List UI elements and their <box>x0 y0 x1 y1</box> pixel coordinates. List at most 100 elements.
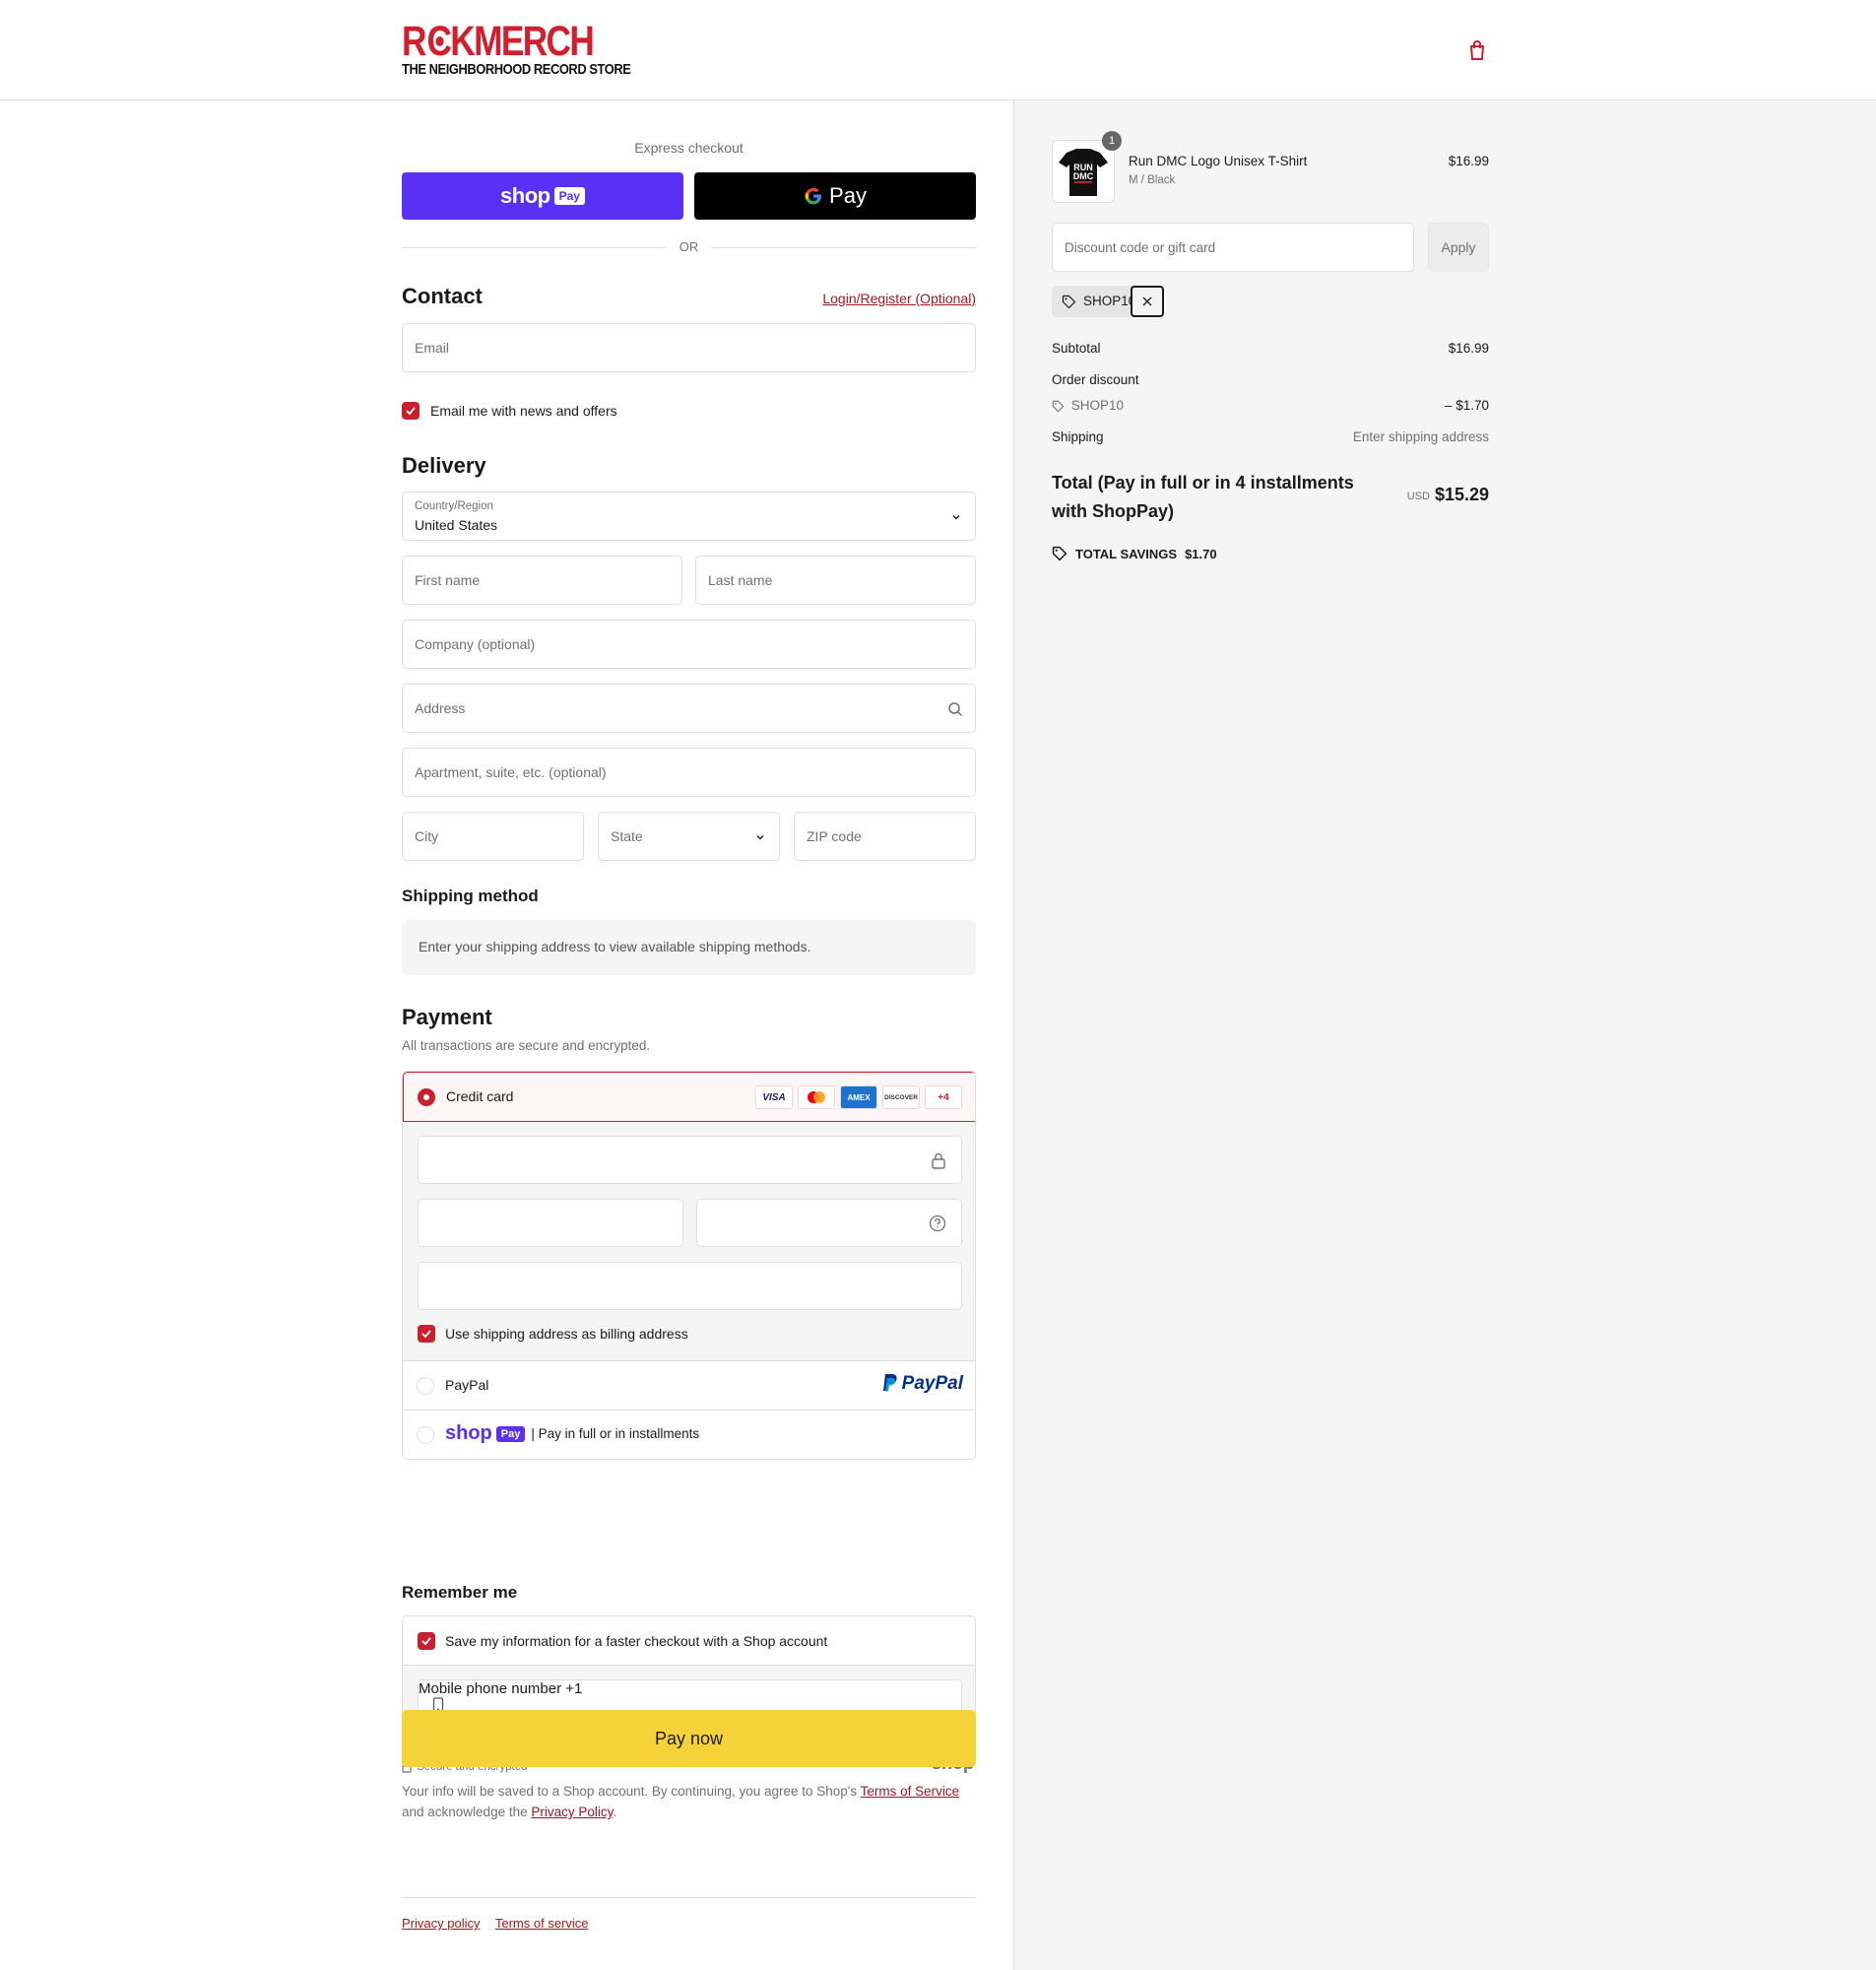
shop-pay-option-label: | Pay in full or in installments <box>531 1426 700 1441</box>
product-variant: M / Black <box>1129 174 1176 186</box>
total-value: $15.29 <box>1434 485 1489 504</box>
credit-card-label: Credit card <box>446 1088 514 1104</box>
credit-card-option[interactable]: Credit card VISA AMEX DISCOVER +4 <box>403 1072 975 1122</box>
subtotal-label: Subtotal <box>1052 341 1101 356</box>
mastercard-icon <box>798 1085 835 1109</box>
card-logos: VISA AMEX DISCOVER +4 <box>755 1085 962 1109</box>
lock-icon <box>932 1152 945 1169</box>
shopping-bag-icon[interactable] <box>1467 39 1487 61</box>
terms-of-service-link[interactable]: Terms of service <box>495 1916 589 1931</box>
help-circle-icon[interactable] <box>929 1215 946 1232</box>
chevron-down-icon <box>756 835 764 840</box>
state-placeholder: State <box>611 828 643 844</box>
total-label: Total (Pay in full or in 4 installments … <box>1052 473 1354 521</box>
discount-code-row: SHOP10 – $1.70 <box>1052 398 1489 413</box>
apartment-placeholder: Apartment, suite, etc. (optional) <box>415 764 607 780</box>
country-label: Country/Region <box>415 500 493 512</box>
tshirt-image: RUN DMC <box>1059 149 1108 196</box>
shipping-value: Enter shipping address <box>1352 429 1489 444</box>
country-value: United States <box>415 517 498 533</box>
payment-subtitle: All transactions are secure and encrypte… <box>402 1038 651 1053</box>
quantity-badge: 1 <box>1102 131 1122 151</box>
applied-code-label: SHOP10 <box>1083 294 1136 308</box>
state-select[interactable]: State <box>598 812 780 861</box>
company-placeholder: Company (optional) <box>415 636 536 652</box>
credit-card-form: Use shipping address as billing address <box>403 1122 975 1361</box>
shop-pay-radio[interactable] <box>417 1426 434 1444</box>
tag-icon <box>1052 400 1065 413</box>
zip-placeholder: ZIP code <box>807 828 862 844</box>
news-offers-checkbox[interactable] <box>402 402 420 420</box>
city-field[interactable]: City <box>402 812 584 861</box>
save-info-label: Save my information for a faster checkou… <box>445 1633 828 1649</box>
paypal-option[interactable]: PayPal PayPal <box>403 1361 975 1411</box>
tag-icon <box>1062 295 1076 309</box>
more-cards-badge: +4 <box>925 1085 962 1109</box>
close-icon <box>1142 296 1152 306</box>
mobile-phone-value: +1 <box>565 1680 583 1697</box>
chevron-down-icon <box>952 515 960 520</box>
pay-now-button[interactable]: Pay now <box>402 1710 976 1767</box>
shop-pay-word: shop <box>500 183 550 208</box>
apply-discount-button[interactable]: Apply <box>1428 223 1489 272</box>
shipping-label: Shipping <box>1052 429 1104 444</box>
discount-code-field[interactable]: Discount code or gift card <box>1052 223 1414 272</box>
subtotal-value: $16.99 <box>1448 341 1489 356</box>
delivery-heading: Delivery <box>402 453 486 478</box>
amex-icon: AMEX <box>840 1085 877 1109</box>
first-name-placeholder: First name <box>415 572 481 588</box>
remove-discount-button[interactable] <box>1131 286 1164 317</box>
paypal-logo: PayPal <box>880 1373 963 1395</box>
discount-value: – $1.70 <box>1444 398 1489 413</box>
save-info-checkbox[interactable] <box>418 1632 435 1650</box>
product-thumbnail: RUN DMC 1 <box>1052 131 1122 203</box>
shop-pay-option-logo: shop Pay | Pay in full or in installment… <box>445 1422 699 1445</box>
footer-divider <box>402 1897 976 1898</box>
google-pay-button[interactable]: Pay <box>694 172 976 220</box>
google-g-icon <box>804 186 823 206</box>
shop-pay-button[interactable]: shop Pay <box>402 172 683 220</box>
logo-wordmark: R CKMERCH <box>402 18 595 65</box>
payment-heading: Payment <box>402 1005 492 1029</box>
pay-now-label: Pay now <box>654 1728 724 1748</box>
fine-print-text-3: . <box>613 1805 617 1819</box>
shop-pay-option[interactable]: shop Pay | Pay in full or in installment… <box>403 1411 975 1459</box>
order-discount-label: Order discount <box>1052 372 1139 387</box>
save-info-row: Save my information for a faster checkou… <box>403 1616 975 1666</box>
shop-terms-link[interactable]: Terms of Service <box>861 1784 960 1799</box>
billing-same-checkbox[interactable] <box>418 1325 435 1343</box>
paypal-icon <box>882 1374 897 1392</box>
login-register-link[interactable]: Login/Register (Optional) <box>822 291 976 306</box>
card-number-field[interactable] <box>418 1136 962 1184</box>
visa-icon: VISA <box>755 1085 793 1109</box>
country-select[interactable]: Country/Region United States <box>402 492 976 541</box>
name-on-card-field[interactable] <box>418 1262 962 1310</box>
last-name-field[interactable]: Last name <box>695 556 976 605</box>
express-checkout-label: Express checkout <box>634 140 744 156</box>
logo-tagline: THE NEIGHBORHOOD RECORD STORE <box>402 61 631 78</box>
company-field[interactable]: Company (optional) <box>402 620 976 669</box>
zip-field[interactable]: ZIP code <box>794 812 976 861</box>
expiration-field[interactable] <box>418 1199 683 1247</box>
mobile-phone-label: Mobile phone number <box>419 1680 562 1697</box>
email-field[interactable]: Email <box>402 323 976 372</box>
shop-privacy-link[interactable]: Privacy Policy <box>531 1805 613 1819</box>
order-discount-row: Order discount <box>1052 372 1489 387</box>
discount-placeholder: Discount code or gift card <box>1065 240 1216 255</box>
city-placeholder: City <box>415 828 439 844</box>
discount-code-label: SHOP10 <box>1070 398 1125 413</box>
applied-discount-chip: SHOP10 <box>1052 286 1164 317</box>
security-code-field[interactable] <box>696 1199 962 1247</box>
apartment-field[interactable]: Apartment, suite, etc. (optional) <box>402 748 976 797</box>
privacy-policy-link[interactable]: Privacy policy <box>402 1916 480 1931</box>
address-field[interactable]: Address <box>402 684 976 733</box>
product-price: $16.99 <box>1448 154 1489 168</box>
credit-card-radio[interactable] <box>418 1088 435 1106</box>
first-name-field[interactable]: First name <box>402 556 682 605</box>
paypal-radio[interactable] <box>417 1377 434 1395</box>
or-divider: OR <box>402 238 976 258</box>
store-logo[interactable]: R CKMERCH THE NEIGHBORHOOD RECORD STORE <box>402 18 631 79</box>
last-name-placeholder: Last name <box>708 572 773 588</box>
footer-links: Privacy policy Terms of service <box>402 1916 601 1931</box>
discover-icon: DISCOVER <box>882 1085 920 1109</box>
